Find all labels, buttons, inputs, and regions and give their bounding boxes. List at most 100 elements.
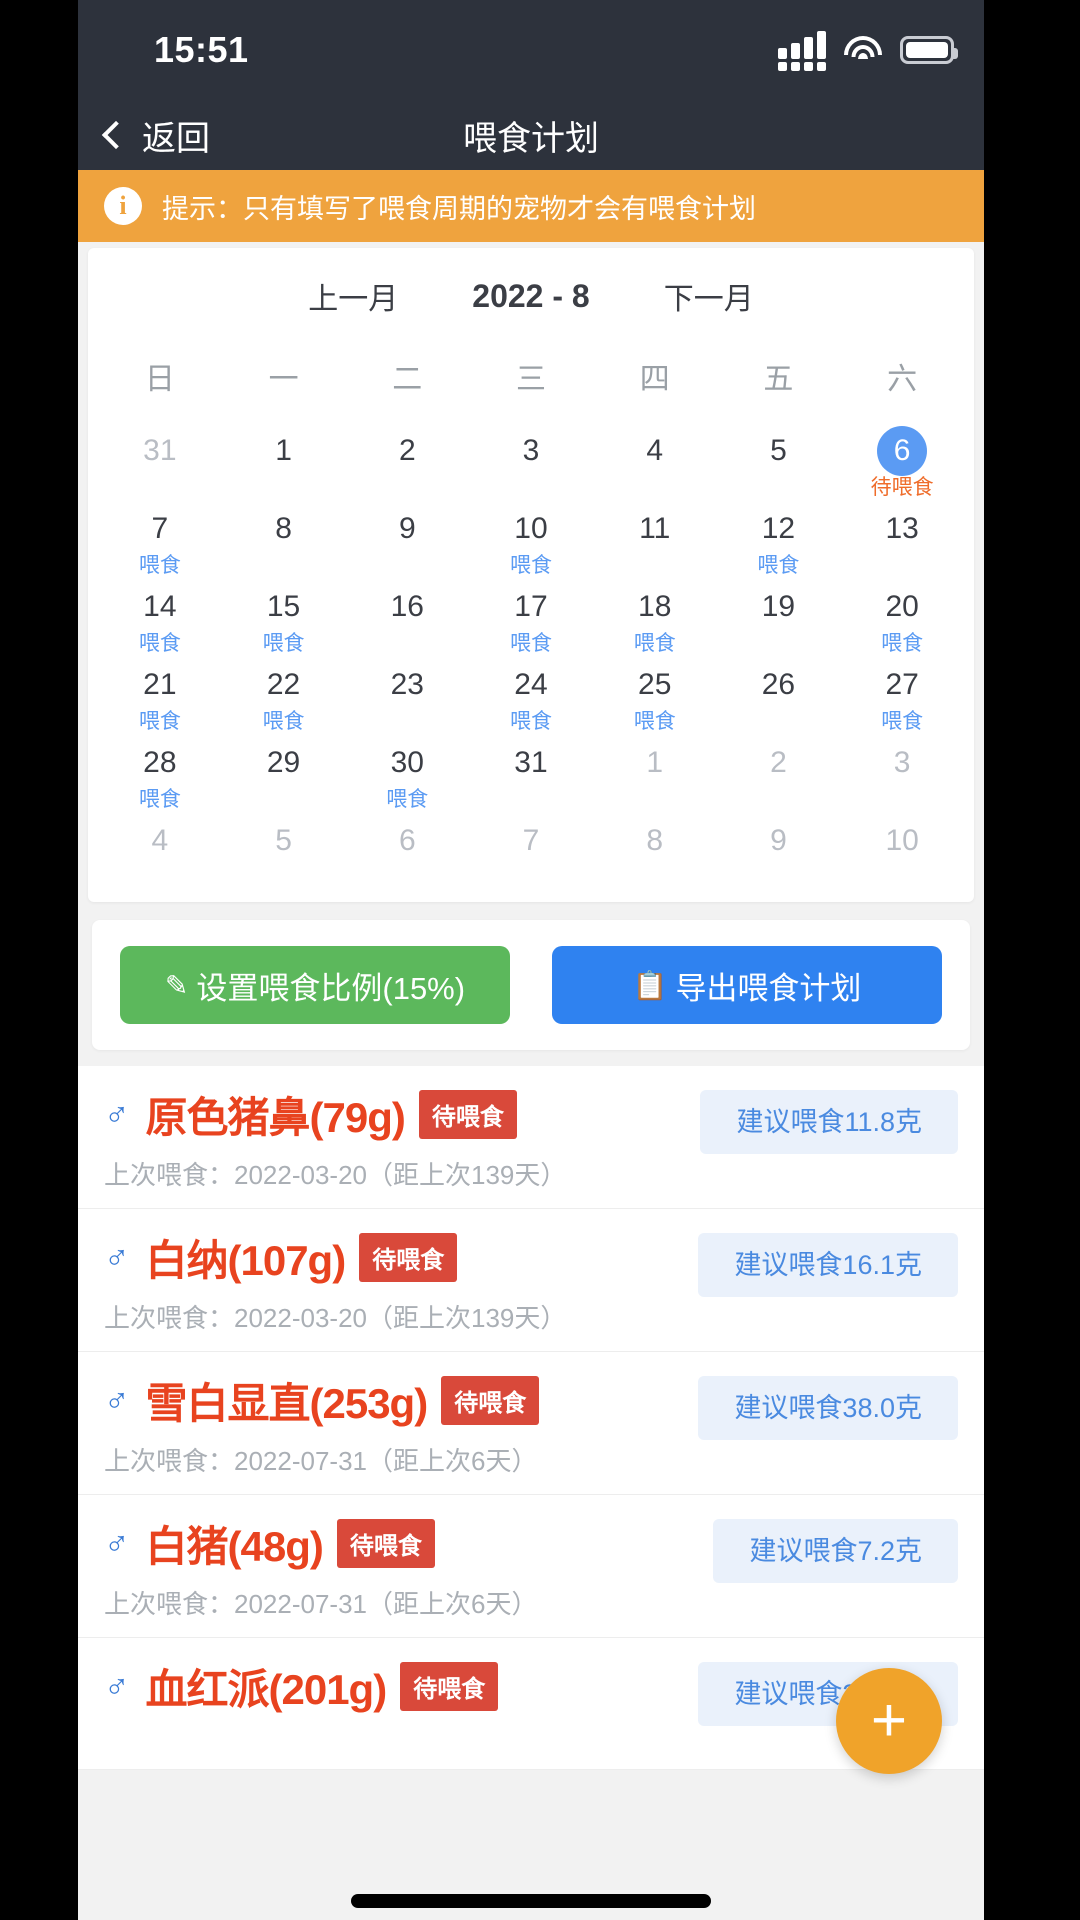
calendar-day-cell[interactable]: 22 喂食	[222, 656, 346, 734]
pet-name-line: ♂ 白猪(48g) 待喂食	[104, 1513, 537, 1574]
calendar-day-cell[interactable]: 14 喂食	[98, 578, 222, 656]
suggested-amount-button[interactable]: 建议喂食11.8克	[700, 1090, 958, 1154]
calendar-day-cell[interactable]: 6 待喂食	[840, 422, 964, 500]
calendar-day-tag: 喂食	[509, 554, 552, 577]
calendar-day-cell[interactable]: 8	[593, 812, 717, 890]
back-button[interactable]: 返回	[78, 111, 210, 160]
export-plan-button[interactable]: 📋 导出喂食计划	[552, 946, 942, 1024]
calendar-day-cell[interactable]: 25 喂食	[593, 656, 717, 734]
calendar-day-cell[interactable]: 7	[469, 812, 593, 890]
pet-row[interactable]: ♂ 雪白显直(253g) 待喂食 上次喂食：2022-07-31（距上次6天） 建议喂食…	[78, 1352, 984, 1495]
calendar-day-cell[interactable]: 7 喂食	[98, 500, 222, 578]
calendar-day-cell[interactable]: 29	[222, 734, 346, 812]
calendar-day-cell[interactable]: 1	[222, 422, 346, 500]
page-title: 喂食计划	[463, 119, 599, 158]
suggested-amount-button[interactable]: 建议喂食7.2克	[713, 1519, 958, 1583]
pet-last-feed: 上次喂食：2022-07-31（距上次6天）	[104, 1589, 538, 1619]
male-icon: ♂	[104, 1381, 130, 1420]
calendar-day-cell[interactable]: 30 喂食	[345, 734, 469, 812]
plus-icon: +	[870, 1686, 908, 1755]
calendar-day-cell[interactable]: 10	[840, 812, 964, 890]
calendar-day-cell[interactable]: 24 喂食	[469, 656, 593, 734]
calendar-weekday: 六	[887, 363, 918, 396]
calendar-day-cell[interactable]: 12 喂食	[717, 500, 841, 578]
calendar-day-cell[interactable]: 27 喂食	[840, 656, 964, 734]
pet-last-feed: 上次喂食：2022-03-20（距上次139天）	[104, 1160, 567, 1190]
pet-row[interactable]: ♂ 白猪(48g) 待喂食上次喂食：2022-07-31（距上次6天） 建议喂食7.2…	[78, 1495, 984, 1638]
pet-name-line: ♂ 原色猪鼻(79g) 待喂食	[104, 1084, 566, 1145]
calendar-day-cell[interactable]: 26	[717, 656, 841, 734]
calendar-day-cell[interactable]: 15 喂食	[222, 578, 346, 656]
calendar-day-cell[interactable]: 3	[840, 734, 964, 812]
calendar-day-number: 31	[514, 746, 548, 779]
calendar-day-cell[interactable]: 2	[717, 734, 841, 812]
calendar-day-cell[interactable]: 23	[345, 656, 469, 734]
suggested-amount-button[interactable]: 建议喂食38.0克	[698, 1376, 958, 1440]
calendar-day-cell[interactable]: 31	[98, 422, 222, 500]
calendar-day-cell[interactable]: 3	[469, 422, 593, 500]
calendar-day-number: 24	[514, 668, 548, 701]
calendar-card: 上一月 2022 - 8 下一月 日一二三四五六 31 1 2 3 4 5 6 待喂食 7 喂食 8…	[88, 248, 974, 902]
calendar-day-tag: 喂食	[138, 632, 181, 655]
pet-info: ♂ 白猪(48g) 待喂食上次喂食：2022-07-31（距上次6天）	[104, 1513, 537, 1621]
calendar-day-number: 8	[275, 512, 292, 545]
calendar-day-cell[interactable]: 2	[345, 422, 469, 500]
calendar-day-cell[interactable]: 19	[717, 578, 841, 656]
calendar-day-cell[interactable]: 13	[840, 500, 964, 578]
add-button[interactable]: +	[836, 1668, 942, 1774]
pet-info: ♂ 白纳(107g) 待喂食 上次喂食：2022-03-20（距上次139天）	[104, 1227, 566, 1335]
prev-month-button[interactable]: 上一月	[308, 274, 398, 318]
pet-suggestion-wrap: 建议喂食11.8克	[700, 1090, 958, 1154]
status-badge: 待喂食	[418, 1090, 517, 1139]
calendar-day-tag: 喂食	[509, 632, 552, 655]
calendar-day-number: 31	[143, 434, 177, 467]
calendar-day-cell[interactable]: 21 喂食	[98, 656, 222, 734]
calendar-day-cell[interactable]: 31	[469, 734, 593, 812]
calendar-day-number: 17	[514, 590, 548, 623]
calendar-day-number: 1	[646, 746, 664, 779]
calendar-weekday: 三	[515, 363, 546, 396]
calendar-day-cell[interactable]: 5	[717, 422, 841, 500]
calendar-day-tag: 喂食	[138, 788, 181, 811]
calendar-day-cell[interactable]: 8	[222, 500, 346, 578]
calendar-day-cell[interactable]: 28 喂食	[98, 734, 222, 812]
calendar-day-cell[interactable]: 6	[345, 812, 469, 890]
next-month-button[interactable]: 下一月	[664, 274, 754, 318]
calendar-day-cell[interactable]: 9	[345, 500, 469, 578]
pet-info: ♂ 原色猪鼻(79g) 待喂食上次喂食：2022-03-20（距上次139天）	[104, 1084, 566, 1192]
calendar-day-cell[interactable]: 4	[98, 812, 222, 890]
tip-text: 提示：只有填写了喂食周期的宠物才会有喂食计划	[162, 193, 756, 224]
calendar-day-cell[interactable]: 1	[593, 734, 717, 812]
pet-name-line: ♂ 血红派(201g) 待喂食	[104, 1656, 499, 1717]
set-feed-ratio-button[interactable]: ✎ 设置喂食比例(15%)	[120, 946, 510, 1024]
calendar-weekday: 五	[763, 363, 794, 396]
pet-suggestion-wrap: 建议喂食38.0克	[698, 1376, 958, 1440]
calendar-day-cell[interactable]: 11	[593, 500, 717, 578]
calendar-day-cell[interactable]: 20 喂食	[840, 578, 964, 656]
calendar-day-number: 1	[275, 434, 292, 467]
pet-name: 血红派(201g)	[145, 1666, 388, 1713]
pet-row[interactable]: ♂ 原色猪鼻(79g) 待喂食上次喂食：2022-03-20（距上次139天） 建议喂…	[78, 1066, 984, 1209]
status-badge: 待喂食	[336, 1519, 435, 1568]
suggested-amount-button[interactable]: 建议喂食16.1克	[698, 1233, 958, 1297]
calendar-day-tag: 喂食	[386, 788, 429, 811]
calendar-weekday: 日	[144, 363, 175, 396]
pet-row[interactable]: ♂ 白纳(107g) 待喂食 上次喂食：2022-03-20（距上次139天） 建议喂食…	[78, 1209, 984, 1352]
calendar-day-number: 4	[151, 824, 169, 857]
pet-info: ♂ 血红派(201g) 待喂食	[104, 1656, 499, 1727]
calendar-day-tag: 喂食	[633, 710, 676, 733]
calendar-day-number: 5	[770, 434, 787, 467]
home-indicator[interactable]	[351, 1894, 711, 1908]
action-bar: ✎ 设置喂食比例(15%) 📋 导出喂食计划	[92, 920, 970, 1050]
calendar-day-cell[interactable]: 5	[222, 812, 346, 890]
calendar-day-number: 9	[770, 824, 787, 857]
pet-name-line: ♂ 白纳(107g) 待喂食	[104, 1227, 566, 1288]
calendar-day-cell[interactable]: 10 喂食	[469, 500, 593, 578]
calendar-day-number: 2	[770, 746, 787, 779]
battery-icon	[900, 36, 958, 64]
calendar-day-cell[interactable]: 9	[717, 812, 841, 890]
calendar-day-cell[interactable]: 4	[593, 422, 717, 500]
calendar-day-cell[interactable]: 16	[345, 578, 469, 656]
calendar-day-cell[interactable]: 17 喂食	[469, 578, 593, 656]
calendar-day-cell[interactable]: 18 喂食	[593, 578, 717, 656]
